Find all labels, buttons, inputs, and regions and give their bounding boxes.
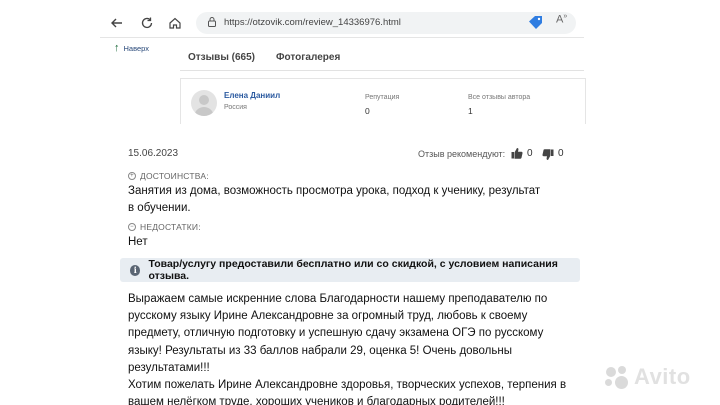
- cons-text: Нет: [128, 236, 148, 248]
- recommended-label: Отзыв рекомендуют:: [418, 149, 506, 159]
- avito-logo-icon: [604, 364, 630, 390]
- reload-icon[interactable]: [138, 14, 156, 32]
- likes-count: 0: [527, 148, 533, 159]
- tab-photo-gallery[interactable]: Фотогалерея: [276, 52, 340, 63]
- dislikes-count: 0: [558, 148, 564, 159]
- reputation-value: 0: [365, 106, 370, 116]
- pros-text: Занятия из дома, возможность просмотра у…: [128, 185, 541, 214]
- tabs-divider: [180, 70, 584, 71]
- review-paragraph: Хотим пожелать Ирине Александровне здоро…: [128, 379, 567, 405]
- lock-icon: [208, 17, 216, 27]
- all-reviews-value[interactable]: 1: [468, 106, 473, 116]
- pros-label: ДОСТОИНСТВА:: [140, 171, 209, 181]
- thumbs-up-icon[interactable]: [511, 147, 523, 159]
- author-name[interactable]: Елена Даниил: [224, 91, 280, 100]
- up-arrow-icon: ↑: [114, 42, 120, 54]
- review-body: Выражаем самые искренние слова Благодарн…: [128, 291, 578, 405]
- back-arrow-icon[interactable]: [108, 14, 126, 32]
- all-reviews-label[interactable]: Все отзывы автора: [468, 94, 530, 101]
- author-card: [180, 78, 586, 124]
- read-aloud-icon[interactable]: A»: [556, 13, 567, 26]
- watermark-text: Avito: [634, 364, 691, 389]
- info-icon: i: [130, 264, 141, 276]
- pros-heading: + ДОСТОИНСТВА:: [128, 171, 209, 181]
- thumbs-down-icon[interactable]: [542, 149, 554, 161]
- free-product-notice: i Товар/услугу предоставили бесплатно ил…: [120, 258, 580, 282]
- avito-watermark: Avito: [604, 364, 691, 390]
- minus-icon: −: [128, 223, 136, 231]
- cons-label: НЕДОСТАТКИ:: [140, 222, 201, 232]
- notice-text: Товар/услугу предоставили бесплатно или …: [148, 258, 558, 282]
- home-icon[interactable]: [166, 14, 184, 32]
- back-to-top-label: Наверх: [123, 43, 150, 53]
- review-paragraph: Выражаем самые искренние слова Благодарн…: [128, 293, 548, 374]
- tag-icon[interactable]: [528, 15, 544, 29]
- url-text[interactable]: https://otzovik.com/review_14336976.html: [224, 17, 401, 28]
- review-date: 15.06.2023: [128, 148, 179, 159]
- cons-heading: − НЕДОСТАТКИ:: [128, 222, 201, 232]
- author-country: Россия: [224, 104, 247, 111]
- reputation-label: Репутация: [365, 94, 400, 101]
- back-to-top-link[interactable]: ↑ Наверх: [114, 42, 149, 54]
- tab-reviews[interactable]: Отзывы (665): [188, 52, 255, 63]
- plus-icon: +: [128, 172, 136, 180]
- avatar[interactable]: [191, 90, 217, 116]
